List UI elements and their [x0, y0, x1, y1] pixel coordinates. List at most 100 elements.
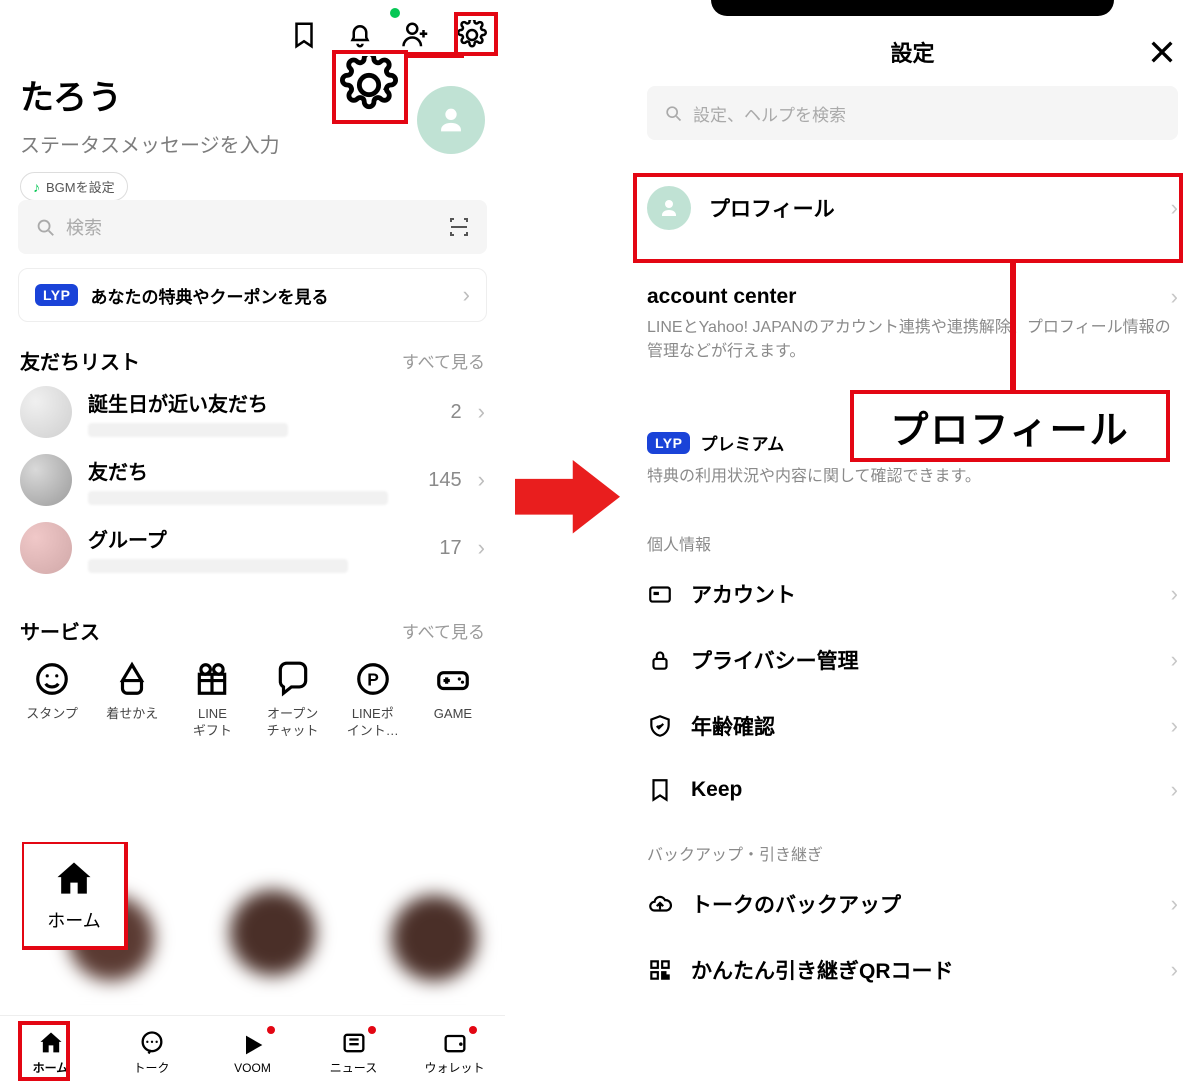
brush-icon	[113, 660, 151, 698]
settings-screen: 設定 設定、ヘルプを検索 プロフィール › account center › L…	[625, 0, 1200, 1089]
user-block: たろう ステータスメッセージを入力 ♪BGMを設定	[20, 70, 280, 201]
row-count: 145	[428, 469, 461, 492]
gift-icon	[193, 660, 231, 698]
item-description: LINEとYahoo! JAPANのアカウント連携や連携解除、プロフィール情報の…	[625, 314, 1200, 386]
service-game[interactable]: GAME	[415, 660, 491, 740]
chevron-right-icon: ›	[478, 535, 485, 561]
bgm-button[interactable]: ♪BGMを設定	[20, 172, 128, 201]
tab-voom[interactable]: VOOM	[202, 1016, 303, 1089]
search-placeholder: 設定、ヘルプを検索	[693, 101, 846, 126]
service-points[interactable]: LINEポ イント…	[335, 660, 411, 740]
see-all-link[interactable]: すべて見る	[402, 348, 485, 373]
bgm-label: BGMを設定	[46, 177, 115, 196]
service-openchat[interactable]: オープン チャット	[255, 660, 331, 740]
service-label: オープン チャット	[255, 706, 331, 740]
settings-item-backup[interactable]: トークのバックアップ ›	[625, 871, 1200, 937]
badge-dot	[469, 1026, 477, 1034]
tab-label: ニュース	[330, 1059, 377, 1076]
row-label: グループ	[88, 524, 423, 553]
person-icon	[434, 103, 468, 137]
scan-icon[interactable]	[447, 215, 471, 239]
tab-label: ウォレット	[424, 1059, 484, 1076]
notification-dot	[390, 8, 400, 18]
row-count: 17	[439, 537, 461, 560]
item-label: Keep	[691, 778, 1153, 802]
home-callout: ホーム	[24, 844, 124, 946]
service-stamp[interactable]: スタンプ	[14, 660, 90, 740]
tab-label: VOOM	[234, 1061, 271, 1075]
close-icon[interactable]	[1146, 36, 1178, 68]
item-description: 特典の利用状況や内容に関して確認できます。	[625, 455, 1200, 511]
chevron-right-icon: ›	[1171, 284, 1178, 310]
friends-title: 友だちリスト	[20, 346, 140, 375]
service-label: LINE ギフト	[174, 706, 250, 740]
add-friend-icon[interactable]	[401, 20, 431, 50]
section-header-backup: バックアップ・引き継ぎ	[625, 821, 1200, 871]
settings-item-qr[interactable]: かんたん引き継ぎQRコード›	[625, 937, 1200, 1003]
search-icon	[663, 103, 683, 123]
tab-wallet[interactable]: ウォレット	[404, 1016, 505, 1089]
row-label: 誕生日が近い友だち	[88, 388, 435, 417]
settings-item-privacy[interactable]: プライバシー管理 ›	[625, 627, 1200, 693]
chevron-right-icon: ›	[1171, 891, 1178, 917]
item-label: アカウント	[691, 579, 1153, 609]
talk-icon	[138, 1029, 166, 1057]
tab-news[interactable]: ニュース	[303, 1016, 404, 1089]
service-gift[interactable]: LINE ギフト	[174, 660, 250, 740]
lock-icon	[647, 647, 673, 673]
settings-header: 設定	[625, 22, 1200, 82]
chevron-right-icon: ›	[1171, 647, 1178, 673]
news-icon	[340, 1029, 368, 1057]
chat-icon	[274, 660, 312, 698]
item-label: プライバシー管理	[691, 645, 1153, 675]
chevron-right-icon: ›	[1171, 957, 1178, 983]
home-callout-label: ホーム	[47, 907, 100, 933]
point-icon	[354, 660, 392, 698]
avatar-icon	[20, 522, 72, 574]
bottom-tab-bar: ホーム トーク VOOM ニュース ウォレット	[0, 1015, 505, 1089]
settings-item-age[interactable]: 年齢確認 ›	[625, 693, 1200, 759]
see-all-link[interactable]: すべて見る	[402, 618, 485, 643]
callout-label: プロフィール	[890, 399, 1129, 454]
tab-label: トーク	[133, 1059, 169, 1076]
settings-item-account-center[interactable]: account center ›	[625, 278, 1200, 314]
settings-search[interactable]: 設定、ヘルプを検索	[647, 86, 1178, 140]
status-bar-notch	[711, 0, 1114, 16]
username: たろう	[20, 70, 280, 119]
services-section-head: サービス すべて見る	[0, 616, 505, 645]
bookmark-icon[interactable]	[289, 20, 319, 50]
chevron-right-icon: ›	[1171, 777, 1178, 803]
avatar-icon	[20, 386, 72, 438]
services-title: サービス	[20, 616, 100, 645]
qr-icon	[647, 957, 673, 983]
chevron-right-icon: ›	[478, 467, 485, 493]
friends-section-head: 友だちリスト すべて見る	[0, 346, 505, 375]
settings-item-keep[interactable]: Keep ›	[625, 759, 1200, 821]
item-label: 年齢確認	[691, 711, 1153, 741]
highlight-gear	[454, 12, 498, 56]
chevron-right-icon: ›	[1171, 713, 1178, 739]
row-subtext-blur	[88, 559, 348, 573]
cloud-icon	[647, 891, 673, 917]
tab-talk[interactable]: トーク	[101, 1016, 202, 1089]
bell-icon[interactable]	[345, 20, 375, 50]
search-bar[interactable]: 検索	[18, 200, 487, 254]
row-subtext-blur	[88, 423, 288, 437]
chevron-right-icon: ›	[463, 282, 470, 308]
highlight-connector-vertical	[1010, 261, 1016, 395]
badge-dot	[368, 1026, 376, 1034]
highlight-tab-home	[18, 1021, 70, 1081]
card-icon	[647, 581, 673, 607]
item-label: トークのバックアップ	[691, 889, 1153, 919]
shield-icon	[647, 713, 673, 739]
status-message[interactable]: ステータスメッセージを入力	[20, 129, 280, 158]
settings-item-account[interactable]: アカウント›	[625, 561, 1200, 627]
lyp-coupon-card[interactable]: LYP あなたの特典やクーポンを見る ›	[18, 268, 487, 322]
lyp-badge: LYP	[35, 284, 78, 306]
my-avatar[interactable]	[417, 86, 485, 154]
friends-row-groups[interactable]: グループ 17 ›	[0, 514, 505, 582]
friends-row-birthday[interactable]: 誕生日が近い友だち 2›	[0, 378, 505, 446]
friends-row-friends[interactable]: 友だち 145›	[0, 446, 505, 514]
service-label: LINEポ イント…	[335, 706, 411, 740]
service-theme[interactable]: 着せかえ	[94, 660, 170, 740]
